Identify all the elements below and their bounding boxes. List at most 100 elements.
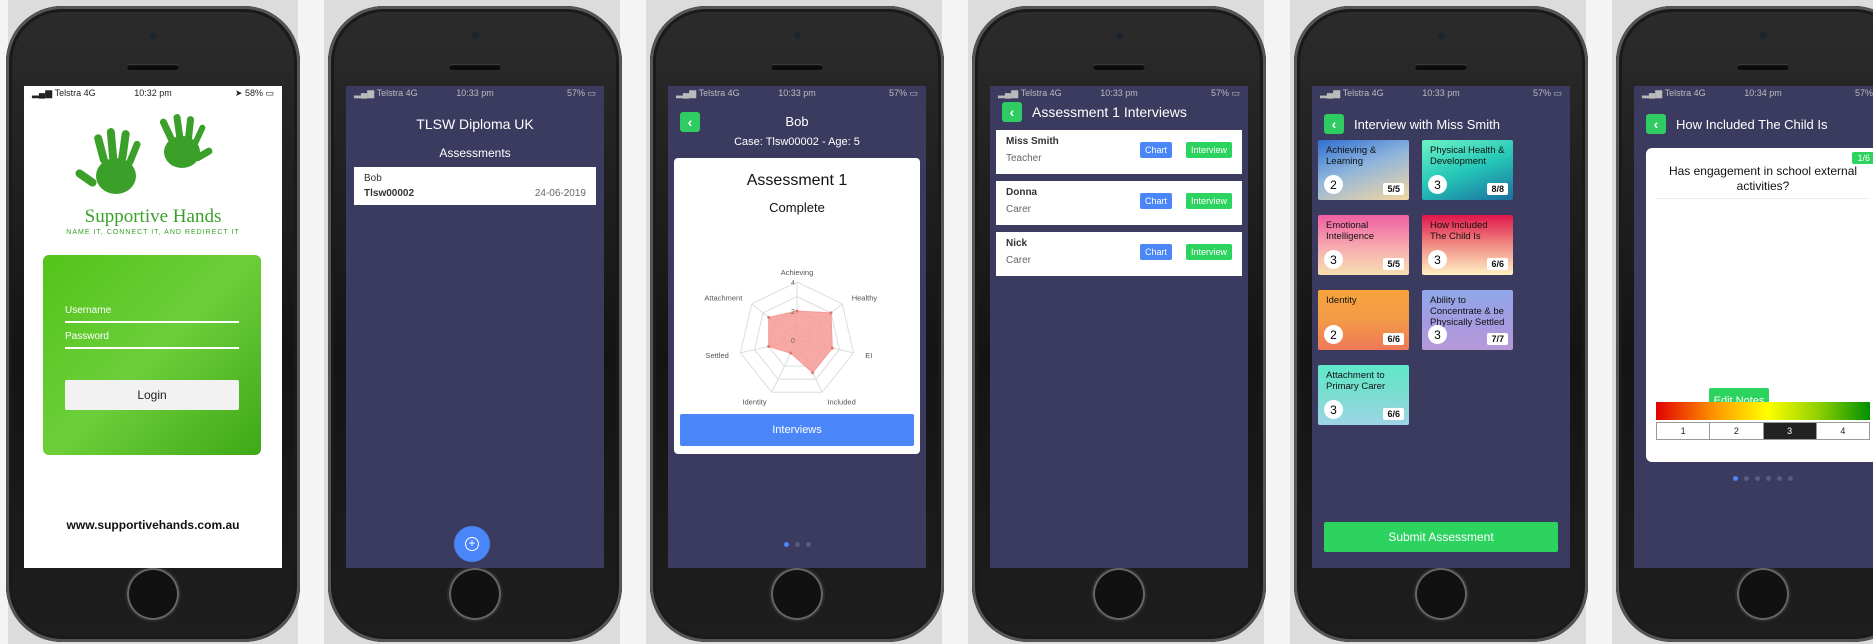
login-panel: Username Password Login bbox=[43, 255, 261, 455]
phone-login: ▂▄▆ Telstra 4G 10:32 pm ➤ 58% ▭ Supporti… bbox=[6, 6, 300, 642]
category-progress: 5/5 bbox=[1383, 183, 1404, 195]
back-button[interactable]: ‹ bbox=[1002, 102, 1022, 122]
interview-button[interactable]: Interview bbox=[1186, 193, 1232, 209]
chart-button[interactable]: Chart bbox=[1140, 193, 1172, 209]
page-title: How Included The Child Is bbox=[1676, 116, 1828, 132]
speaker bbox=[1415, 64, 1467, 70]
radar-axis-label: EI bbox=[865, 351, 872, 360]
radar-data-point bbox=[811, 371, 815, 375]
category-title: Physical Health & Development bbox=[1430, 145, 1505, 167]
category-card[interactable]: Emotional Intelligence 3 5/5 bbox=[1318, 215, 1409, 275]
interview-button[interactable]: Interview bbox=[1186, 142, 1232, 158]
radar-chart: 0 2 4 Achieving Healthy EI Included Identity Set… bbox=[704, 268, 878, 406]
interviews-button[interactable]: Interviews bbox=[680, 414, 914, 446]
radar-tick-label: 4 bbox=[791, 280, 795, 287]
login-button[interactable]: Login bbox=[65, 380, 239, 410]
rating-option[interactable]: 2 bbox=[1709, 423, 1763, 439]
assessment-list-item[interactable]: Bob Tlsw00002 24-06-2019 bbox=[354, 167, 596, 205]
page-title: Interview with Miss Smith bbox=[1354, 116, 1500, 132]
status-bar: ▂▄▆ Telstra 4G 10:33 pm 57% ▭ bbox=[346, 86, 604, 100]
brand-tagline: NAME IT, CONNECT IT, AND REDIRECT IT bbox=[66, 229, 240, 236]
home-button[interactable] bbox=[1737, 568, 1789, 620]
category-card[interactable]: Attachment to Primary Carer 3 6/6 bbox=[1318, 365, 1409, 425]
header: ‹ Interview with Miss Smith bbox=[1324, 114, 1500, 134]
category-score: 3 bbox=[1428, 250, 1447, 269]
background-stripe bbox=[298, 0, 324, 644]
section-title: Assessments bbox=[439, 146, 511, 160]
home-button[interactable] bbox=[1093, 568, 1145, 620]
username-field[interactable] bbox=[65, 321, 239, 323]
page-dot[interactable] bbox=[1788, 476, 1793, 481]
chevron-left-icon: ‹ bbox=[1009, 104, 1015, 120]
home-button[interactable] bbox=[127, 568, 179, 620]
chart-button[interactable]: Chart bbox=[1140, 142, 1172, 158]
page-indicator bbox=[668, 542, 926, 547]
login-screen: ▂▄▆ Telstra 4G 10:32 pm ➤ 58% ▭ Supporti… bbox=[24, 86, 282, 568]
home-button[interactable] bbox=[449, 568, 501, 620]
rating-option[interactable]: 1 bbox=[1657, 423, 1710, 439]
submit-assessment-button[interactable]: Submit Assessment bbox=[1324, 522, 1558, 552]
page-dot[interactable] bbox=[1733, 476, 1738, 481]
back-button[interactable]: ‹ bbox=[1646, 114, 1666, 134]
assessment-status: Complete bbox=[769, 200, 825, 215]
chevron-left-icon: ‹ bbox=[1653, 116, 1659, 132]
add-circle-icon: + bbox=[465, 537, 479, 551]
rating-color-scale bbox=[1656, 402, 1870, 420]
speaker bbox=[1093, 64, 1145, 70]
status-time: 10:33 pm bbox=[778, 88, 816, 98]
add-button[interactable]: + bbox=[454, 526, 490, 562]
camera bbox=[794, 32, 801, 39]
header: ‹ How Included The Child Is bbox=[1646, 114, 1828, 134]
category-progress: 6/6 bbox=[1383, 408, 1404, 420]
phone-question: ▂▄▆ Telstra 4G 10:34 pm 57% ▭ ‹ How Incl… bbox=[1616, 6, 1873, 642]
rating-option[interactable]: 4 bbox=[1815, 423, 1869, 439]
question-card: 1/6 Has engagement in school external ac… bbox=[1646, 148, 1873, 462]
home-button[interactable] bbox=[771, 568, 823, 620]
radar-data-point bbox=[767, 315, 771, 319]
camera bbox=[1438, 32, 1445, 39]
page-dot[interactable] bbox=[805, 542, 811, 547]
page-dot[interactable] bbox=[1777, 476, 1782, 481]
interview-button[interactable]: Interview bbox=[1186, 244, 1232, 260]
category-card[interactable]: How Included The Child Is 3 6/6 bbox=[1422, 215, 1513, 275]
page-dot[interactable] bbox=[783, 542, 789, 547]
page-indicator bbox=[1634, 476, 1873, 481]
category-progress: 8/8 bbox=[1487, 183, 1508, 195]
status-time: 10:33 pm bbox=[1100, 88, 1138, 98]
rating-option[interactable]: 3 bbox=[1762, 423, 1816, 439]
question-screen: ▂▄▆ Telstra 4G 10:34 pm 57% ▭ ‹ How Incl… bbox=[1634, 86, 1873, 568]
radar-data-point bbox=[795, 309, 799, 313]
category-title: Identity bbox=[1326, 295, 1357, 306]
category-card[interactable]: Achieving & Learning 2 5/5 bbox=[1318, 140, 1409, 200]
username-label: Username bbox=[65, 305, 112, 316]
category-title: Attachment to Primary Carer bbox=[1326, 370, 1386, 392]
question-text: Has engagement in school external activi… bbox=[1668, 164, 1858, 193]
phone-interview-categories: ▂▄▆ Telstra 4G 10:33 pm 57% ▭ ‹ Intervie… bbox=[1294, 6, 1588, 642]
assessment-name: Bob bbox=[364, 173, 382, 184]
interview-row[interactable]: Nick Carer Chart Interview bbox=[996, 232, 1242, 276]
category-card[interactable]: Ability to Concentrate & be Physically S… bbox=[1422, 290, 1513, 350]
radar-axis-label: Healthy bbox=[852, 294, 878, 303]
interview-row[interactable]: Miss Smith Teacher Chart Interview bbox=[996, 130, 1242, 174]
radar-tick-label: 2 bbox=[791, 309, 795, 316]
phone-assessments: ▂▄▆ Telstra 4G 10:33 pm 57% ▭ TLSW Diplo… bbox=[328, 6, 622, 642]
status-time: 10:33 pm bbox=[1422, 88, 1460, 98]
category-card[interactable]: Physical Health & Development 3 8/8 bbox=[1422, 140, 1513, 200]
home-button[interactable] bbox=[1415, 568, 1467, 620]
radar-axis-label: Achieving bbox=[781, 268, 814, 277]
page-dot[interactable] bbox=[1755, 476, 1760, 481]
handprints-logo-icon bbox=[75, 114, 213, 194]
website-link[interactable]: www.supportivehands.com.au bbox=[24, 518, 282, 532]
speaker bbox=[449, 64, 501, 70]
password-field[interactable] bbox=[65, 347, 239, 349]
background-stripe bbox=[1586, 0, 1612, 644]
page-dot[interactable] bbox=[794, 542, 800, 547]
back-button[interactable]: ‹ bbox=[1324, 114, 1344, 134]
category-card[interactable]: Identity 2 6/6 bbox=[1318, 290, 1409, 350]
page-dot[interactable] bbox=[1766, 476, 1771, 481]
rating-selector: 1234 bbox=[1656, 422, 1870, 440]
password-label: Password bbox=[65, 331, 109, 342]
interview-row[interactable]: Donna Carer Chart Interview bbox=[996, 181, 1242, 225]
page-dot[interactable] bbox=[1744, 476, 1749, 481]
chart-button[interactable]: Chart bbox=[1140, 244, 1172, 260]
